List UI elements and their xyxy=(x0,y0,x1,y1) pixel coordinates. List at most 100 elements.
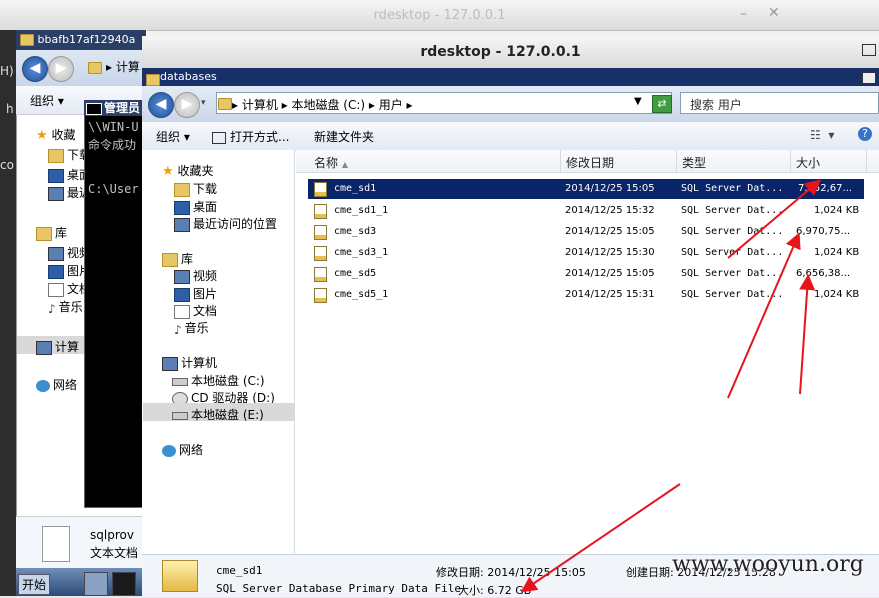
file-name: cme_sd3_1 xyxy=(334,247,389,258)
back-close-button[interactable]: ✕ xyxy=(768,5,780,21)
open-with-icon xyxy=(212,131,226,144)
left-lib-item[interactable]: ♪ 音乐 xyxy=(48,298,83,316)
help-icon[interactable]: ? xyxy=(858,127,872,141)
left-computer[interactable]: 计算 xyxy=(36,338,79,355)
sidebar-item-desktop[interactable]: 桌面 xyxy=(174,198,217,215)
details-file-type: SQL Server Database Primary Data File xyxy=(216,582,462,595)
cmd-line: \\WIN-U xyxy=(88,120,139,134)
sort-ascending-icon: ▲ xyxy=(341,160,348,169)
file-icon xyxy=(314,288,327,303)
forward-button[interactable]: ▶ xyxy=(174,92,200,118)
music-icon: ♪ xyxy=(174,322,182,337)
left-tab-title: bbafb17af12940a xyxy=(37,33,136,46)
desktop-icon xyxy=(48,168,64,183)
sidebar-item-videos[interactable]: 视频 xyxy=(174,267,217,284)
file-row[interactable]: cme_sd5 2014/12/25 15:05 SQL Server Dat.… xyxy=(308,264,864,284)
sidebar-label: 音乐 xyxy=(184,321,209,335)
sidebar-label: 网络 xyxy=(179,443,204,457)
sidebar-item-music[interactable]: ♪ 音乐 xyxy=(174,319,209,337)
history-dropdown[interactable]: ▾ xyxy=(201,98,206,108)
network-icon xyxy=(36,379,50,392)
left-network[interactable]: 网络 xyxy=(36,376,77,393)
left-details-pane xyxy=(16,516,144,569)
new-folder-button[interactable]: 新建文件夹 xyxy=(314,128,374,145)
left-explorer-tab[interactable]: bbafb17af12940a xyxy=(16,30,146,50)
sidebar-item-documents[interactable]: 文档 xyxy=(174,302,217,319)
sidebar-label: 视频 xyxy=(193,269,218,283)
left-organize-button[interactable]: 组织 ▾ xyxy=(30,92,64,109)
file-name: cme_sd1 xyxy=(334,183,377,194)
back-minimize-button[interactable]: – xyxy=(740,6,747,22)
database-file-icon xyxy=(162,560,198,592)
picture-icon xyxy=(48,264,64,279)
cmd-taskbar-icon[interactable] xyxy=(112,572,136,596)
file-size: 7,052,67... xyxy=(798,183,853,194)
sidebar-label: 计算机 xyxy=(181,356,218,370)
address-path[interactable]: ▸ 计算机 ▸ 本地磁盘 (C:) ▸ 用户 ▸ xyxy=(232,96,413,113)
databases-tab[interactable]: databases xyxy=(142,68,879,86)
column-date[interactable]: 修改日期 xyxy=(566,154,614,171)
column-name-label: 名称 xyxy=(314,156,339,170)
library-icon xyxy=(162,252,178,267)
file-row[interactable]: cme_sd3_1 2014/12/25 15:30 SQL Server Da… xyxy=(308,243,864,263)
sidebar-label: 收藏夹 xyxy=(177,164,214,178)
sidebar-network[interactable]: 网络 xyxy=(162,441,203,458)
sidebar-label: 本地磁盘 (C:) xyxy=(191,374,265,388)
view-options-button[interactable]: ☷ ▾ xyxy=(810,128,834,142)
left-back-button[interactable]: ◀ xyxy=(22,56,48,82)
sidebar-label: 最近访问的位置 xyxy=(193,217,278,231)
sidebar-item-drive-e[interactable]: 本地磁盘 (E:) xyxy=(172,406,264,423)
refresh-button[interactable]: ⇄ xyxy=(652,95,672,113)
sidebar-label: 下载 xyxy=(193,182,218,196)
left-library[interactable]: 库 xyxy=(36,224,67,241)
column-divider[interactable] xyxy=(676,150,677,172)
minimize-button[interactable] xyxy=(862,72,876,84)
library-icon xyxy=(36,226,52,241)
open-with-button[interactable]: 打开方式... xyxy=(212,128,289,145)
folder-icon xyxy=(20,34,34,46)
column-size[interactable]: 大小 xyxy=(796,154,820,171)
column-divider[interactable] xyxy=(790,150,791,172)
window-title: rdesktop - 127.0.0.1 xyxy=(420,44,581,60)
file-icon xyxy=(314,267,327,282)
sidebar-item-drive-c[interactable]: 本地磁盘 (C:) xyxy=(172,372,265,389)
organize-button[interactable]: 组织 ▾ xyxy=(156,128,190,145)
file-row[interactable]: cme_sd1 2014/12/25 15:05 SQL Server Dat.… xyxy=(308,179,864,199)
sidebar-label: 桌面 xyxy=(193,200,218,214)
sidebar-favorites[interactable]: ★ 收藏夹 xyxy=(162,162,214,179)
sidebar-computer[interactable]: 计算机 xyxy=(162,354,217,371)
open-with-label: 打开方式... xyxy=(230,130,290,144)
left-forward-button[interactable]: ▶ xyxy=(48,56,74,82)
back-button[interactable]: ◀ xyxy=(148,92,174,118)
column-divider[interactable] xyxy=(560,150,561,172)
sidebar-item-recent[interactable]: 最近访问的位置 xyxy=(174,215,277,232)
column-divider[interactable] xyxy=(866,150,867,172)
start-button[interactable]: 开始 xyxy=(18,574,51,595)
column-name[interactable]: 名称 ▲ xyxy=(314,154,348,171)
sidebar-item-pictures[interactable]: 图片 xyxy=(174,285,217,302)
download-icon xyxy=(174,182,190,197)
file-type: SQL Server Dat... xyxy=(681,247,784,258)
file-size: 1,024 KB xyxy=(814,205,860,216)
cmd-line: C:\User xyxy=(88,182,139,196)
taskbar-app-icon[interactable] xyxy=(84,572,108,596)
sidebar-library[interactable]: 库 xyxy=(162,250,193,267)
recent-icon xyxy=(48,186,64,201)
hard-drive-icon xyxy=(172,377,188,386)
left-favorites[interactable]: ★ 收藏 xyxy=(36,126,76,143)
address-dropdown[interactable]: ▼ xyxy=(634,96,642,107)
maximize-button[interactable] xyxy=(862,44,876,56)
file-row[interactable]: cme_sd5_1 2014/12/25 15:31 SQL Server Da… xyxy=(308,285,864,305)
left-computer-label: 计算 xyxy=(55,340,80,354)
left-lib-label: 音乐 xyxy=(58,300,83,314)
file-row[interactable]: cme_sd3 2014/12/25 15:05 SQL Server Dat.… xyxy=(308,222,864,242)
column-type[interactable]: 类型 xyxy=(682,154,706,171)
video-icon xyxy=(48,246,64,261)
file-type: SQL Server Dat... xyxy=(681,183,784,194)
computer-icon xyxy=(162,356,178,371)
back-window-title: rdesktop - 127.0.0.1 xyxy=(373,8,506,23)
left-address-text[interactable]: ▸ 计算 xyxy=(106,58,140,75)
file-row[interactable]: cme_sd1_1 2014/12/25 15:32 SQL Server Da… xyxy=(308,201,864,221)
sidebar-item-downloads[interactable]: 下载 xyxy=(174,180,217,197)
file-date: 2014/12/25 15:05 xyxy=(565,183,655,194)
